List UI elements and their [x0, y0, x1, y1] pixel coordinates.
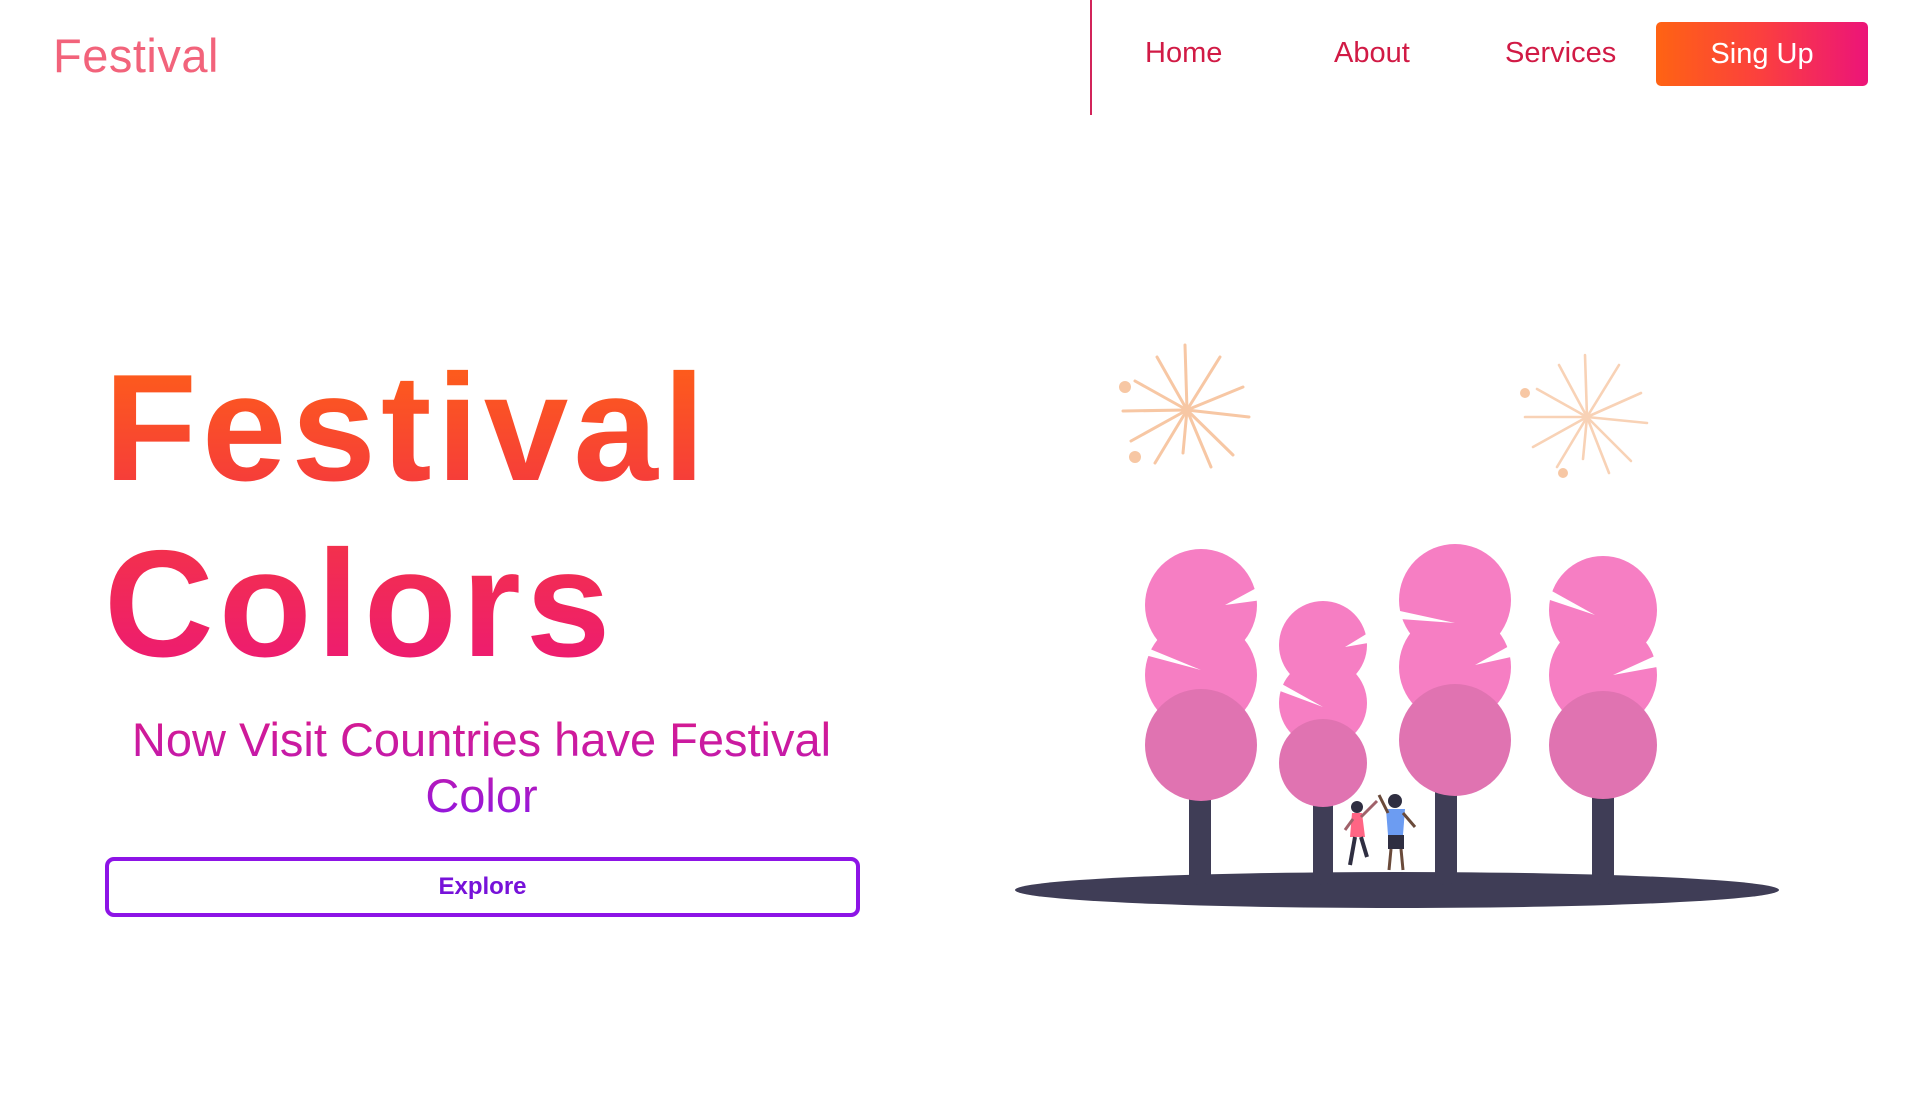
explore-button[interactable]: Explore — [105, 857, 860, 917]
landing-page: Festival Home About Services Sing Up Fes… — [0, 0, 1914, 1119]
nav-divider — [1090, 0, 1092, 115]
tree-2 — [1279, 601, 1368, 807]
brand-logo[interactable]: Festival — [53, 28, 219, 83]
tree-1 — [1145, 549, 1262, 801]
hero-subtitle: Now Visit Countries have Festival Color — [104, 712, 859, 824]
signup-button[interactable]: Sing Up — [1656, 22, 1868, 86]
hero-title: Festival Colors — [104, 340, 710, 692]
nav-home-link[interactable]: Home — [1145, 37, 1222, 70]
nav-about-link[interactable]: About — [1334, 37, 1410, 70]
dancing-woman-icon — [1343, 799, 1379, 866]
tree-4 — [1549, 556, 1657, 799]
firework-right-icon — [1523, 353, 1649, 475]
dancing-man-icon — [1377, 794, 1417, 871]
tree-3 — [1399, 544, 1511, 796]
ground-shadow — [1015, 872, 1779, 908]
hero-title-line-1: Festival — [104, 343, 711, 513]
nav-services-link[interactable]: Services — [1505, 37, 1616, 70]
festival-trees-illustration — [1015, 343, 1779, 908]
hero-title-line-2: Colors — [104, 519, 616, 689]
firework-left-icon — [1121, 343, 1251, 469]
